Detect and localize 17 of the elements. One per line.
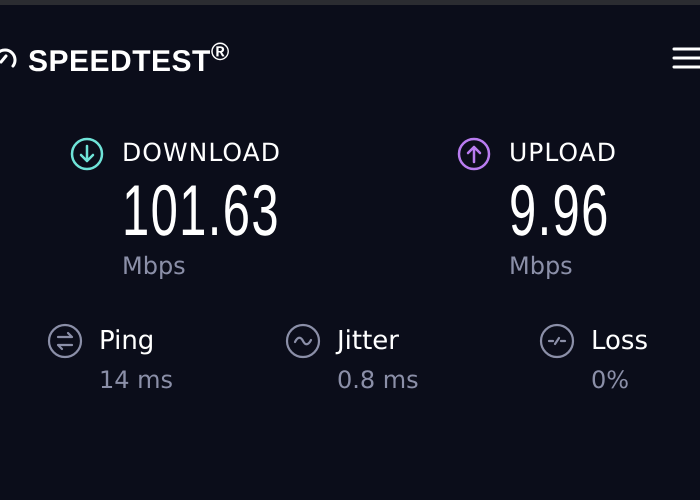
stat-value: 14 ms xyxy=(99,365,174,395)
stat-label: Ping xyxy=(99,325,154,358)
result-label: UPLOAD xyxy=(509,137,618,169)
app-logo: SPEEDTEST$^{®}$ xyxy=(28,38,230,78)
stat-value: 0.8 ms xyxy=(337,365,419,395)
result-unit: Mbps xyxy=(509,251,573,281)
stat-label: Loss xyxy=(591,325,648,358)
result-value: 101.63 xyxy=(122,173,280,249)
stat-value: 0% xyxy=(591,365,630,395)
result-value: 9.96 xyxy=(509,173,610,249)
jitter-icon xyxy=(285,323,321,359)
loss-icon xyxy=(539,323,575,359)
ping-icon xyxy=(47,323,83,359)
menu-icon[interactable] xyxy=(672,46,700,70)
stat-label: Jitter xyxy=(337,325,399,358)
result-label: DOWNLOAD xyxy=(122,137,281,169)
result-unit: Mbps xyxy=(122,251,186,281)
